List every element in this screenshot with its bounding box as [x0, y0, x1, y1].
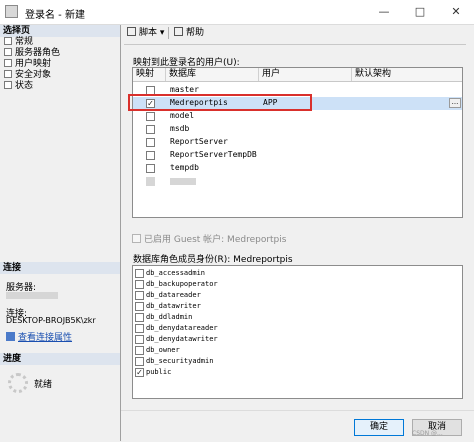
help-icon	[174, 27, 183, 36]
minimize-button[interactable]: —	[366, 0, 402, 24]
table-row[interactable]: model	[133, 110, 462, 123]
guest-checkbox-box	[132, 234, 141, 243]
column-header-default-schema[interactable]: 默认架构	[352, 68, 462, 81]
role-name: db_denydatareader	[146, 324, 218, 332]
progress-status: 就绪	[34, 380, 53, 390]
role-checkbox[interactable]: ✓	[135, 368, 144, 377]
dialog-footer: 确定 取消	[121, 410, 474, 442]
help-button[interactable]: 帮助	[174, 27, 204, 40]
map-checkbox[interactable]	[146, 125, 155, 134]
column-header-database[interactable]: 数据库	[166, 68, 259, 81]
left-pane: 选择页 常规 服务器角色 用户映射 安全对象 状态 连接 服务器: 连接: DE…	[0, 25, 121, 441]
nav-item-user-mapping[interactable]: 用户映射	[4, 59, 51, 70]
map-checkbox[interactable]	[146, 138, 155, 147]
role-name: db_backupoperator	[146, 280, 218, 288]
script-button[interactable]: 脚本 ▾	[127, 27, 164, 40]
title-bar: 登录名 - 新建 — □ ✕	[0, 0, 474, 25]
guest-account-checkbox: 已启用 Guest 帐户: Medreportpis	[132, 232, 286, 245]
app-icon	[5, 5, 18, 18]
role-checkbox[interactable]	[135, 357, 144, 366]
annotation-highlight-box	[128, 94, 312, 111]
table-row[interactable]: ReportServerTempDB	[133, 149, 462, 162]
map-checkbox[interactable]	[146, 164, 155, 173]
role-name: db_owner	[146, 346, 180, 354]
redacted-checkbox	[146, 177, 155, 186]
watermark-text: CSDN @...	[412, 430, 443, 437]
toolbar-divider	[124, 44, 466, 45]
role-checkbox[interactable]	[135, 324, 144, 333]
progress-spinner-icon	[8, 373, 28, 393]
nav-item-status[interactable]: 状态	[4, 81, 33, 92]
redacted-row	[133, 175, 462, 188]
role-membership-label: 数据库角色成员身份(R): Medreportpis	[133, 255, 293, 265]
page-icon	[4, 37, 12, 45]
role-checkbox[interactable]	[135, 313, 144, 322]
script-icon	[127, 27, 136, 36]
database-name: msdb	[170, 124, 190, 133]
map-checkbox[interactable]	[146, 151, 155, 160]
role-name: db_accessadmin	[146, 269, 206, 277]
role-checkbox[interactable]	[135, 291, 144, 300]
table-row[interactable]: msdb	[133, 123, 462, 136]
page-icon	[4, 59, 12, 67]
page-icon	[4, 70, 12, 78]
ok-button[interactable]: 确定	[354, 419, 404, 436]
view-connection-properties-link[interactable]: 查看连接属性	[6, 330, 72, 343]
role-name: db_securityadmin	[146, 357, 214, 365]
nav-item-general[interactable]: 常规	[4, 37, 33, 48]
toolbar-separator	[168, 27, 169, 39]
page-icon	[4, 48, 12, 56]
table-row[interactable]: ReportServer	[133, 136, 462, 149]
nav-item-securables[interactable]: 安全对象	[4, 70, 51, 81]
window-title: 登录名 - 新建	[25, 10, 85, 21]
role-checkbox[interactable]	[135, 280, 144, 289]
role-name: public	[146, 368, 172, 376]
page-icon	[4, 81, 12, 89]
database-name: ReportServerTempDB	[170, 150, 257, 159]
select-page-header: 选择页	[0, 25, 120, 37]
database-name: model	[170, 111, 195, 120]
database-name: tempdb	[170, 163, 199, 172]
maximize-button[interactable]: □	[402, 0, 438, 24]
role-name: db_denydatawriter	[146, 335, 218, 343]
table-row[interactable]: tempdb	[133, 162, 462, 175]
close-button[interactable]: ✕	[438, 0, 474, 24]
progress-header: 进度	[0, 353, 120, 365]
redacted-server-name	[6, 292, 58, 299]
column-header-user[interactable]: 用户	[259, 68, 352, 81]
schema-browse-button[interactable]: ...	[449, 98, 461, 108]
role-name: db_datareader	[146, 291, 201, 299]
nav-item-server-roles[interactable]: 服务器角色	[4, 48, 60, 59]
role-name: db_ddladmin	[146, 313, 193, 321]
map-checkbox[interactable]	[146, 112, 155, 121]
role-checkbox[interactable]	[135, 269, 144, 278]
role-checkbox[interactable]	[135, 302, 144, 311]
user-mapping-grid[interactable]: 映射 数据库 用户 默认架构 master ✓ Medreportpis APP...…	[132, 67, 463, 218]
properties-icon	[6, 332, 15, 341]
connection-header: 连接	[0, 262, 120, 274]
role-membership-list[interactable]: db_accessadmin db_backupoperator db_datare…	[132, 265, 463, 399]
database-name: ReportServer	[170, 137, 228, 146]
role-checkbox[interactable]	[135, 346, 144, 355]
redacted-database-name	[170, 178, 196, 185]
column-header-map[interactable]: 映射	[133, 68, 166, 81]
database-name: master	[170, 85, 199, 94]
connection-value: DESKTOP-BROJB5K\zkr	[6, 316, 96, 325]
role-name: db_datawriter	[146, 302, 201, 310]
role-checkbox[interactable]	[135, 335, 144, 344]
grid-header: 映射 数据库 用户 默认架构	[133, 68, 462, 82]
